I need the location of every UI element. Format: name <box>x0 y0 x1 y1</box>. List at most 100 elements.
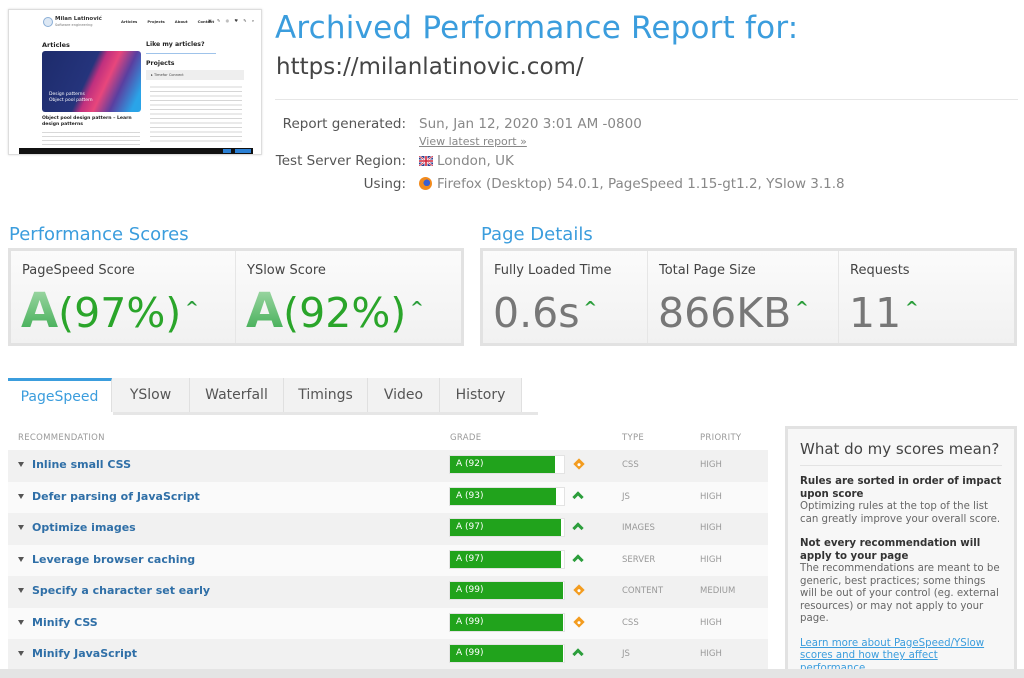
tab-yslow[interactable]: YSlow <box>112 378 190 412</box>
thumb-like-link <box>146 51 216 54</box>
recommendation-priority: HIGH <box>700 554 722 565</box>
page-title: Archived Performance Report for: <box>275 10 799 46</box>
tab-timings[interactable]: Timings <box>284 378 368 412</box>
table-row[interactable]: Leverage browser caching A (97) SERVER HIGH <box>8 544 768 576</box>
expand-caret-icon[interactable] <box>18 525 24 530</box>
grade-bar-fill: A (99) <box>450 645 563 662</box>
expand-caret-icon[interactable] <box>18 619 24 625</box>
col-grade: GRADE <box>450 433 482 443</box>
performance-scores-heading: Performance Scores <box>9 224 189 245</box>
col-recommendation: RECOMMENDATION <box>18 433 105 443</box>
diamond-icon <box>573 458 585 471</box>
tab-pagespeed[interactable]: PageSpeed <box>8 378 112 412</box>
pagespeed-grade: A <box>21 283 59 339</box>
trend-up-icon: ^ <box>185 298 199 317</box>
thumb-hero-text: Design patterns Object pool pattern <box>49 92 93 103</box>
page-details-panel: Fully Loaded Time 0.6s ^ Total Page Size … <box>480 248 1017 346</box>
tab-video[interactable]: Video <box>368 378 440 412</box>
grade-bar-fill: A (99) <box>450 613 563 631</box>
requests-label: Requests <box>850 263 910 278</box>
grade-bar-fill: A (97) <box>450 519 561 536</box>
region-label: Test Server Region: <box>275 153 406 169</box>
table-row[interactable]: Specify a character set early A (99) CONTE… <box>8 576 768 608</box>
recommendation-priority: HIGH <box>700 649 722 659</box>
table-row[interactable]: Minify CSS A (99) CSS HIGH <box>8 607 768 639</box>
grade-bar-fill: A (92) <box>450 456 555 473</box>
thumb-articles-heading: Articles <box>42 41 70 49</box>
table-row[interactable]: Defer parsing of JavaScript A (93) JS HIGH <box>8 481 768 513</box>
report-generated-label: Report generated: <box>282 116 406 132</box>
chevron-up-icon <box>572 490 585 503</box>
grade-bar: A (99) <box>449 581 565 600</box>
recommendation-type: CONTENT <box>622 586 664 596</box>
table-row[interactable]: Minify JavaScript A (99) JS HIGH <box>8 639 768 671</box>
diamond-icon <box>573 615 585 629</box>
thumb-nav: Articles Projects About Contact <box>121 19 215 24</box>
recommendation-name[interactable]: Defer parsing of JavaScript <box>32 490 200 503</box>
scores-info-box: What do my scores mean? Rules are sorted… <box>785 426 1017 678</box>
recommendation-name[interactable]: Inline small CSS <box>32 458 131 471</box>
table-row[interactable]: Inline small CSS A (92) CSS HIGH <box>8 450 768 482</box>
diamond-icon <box>573 584 585 597</box>
page-details-heading: Page Details <box>481 224 593 245</box>
region-value-wrap: London, UK <box>419 153 514 169</box>
requests-value-wrap: 11 ^ <box>849 283 919 338</box>
expand-caret-icon[interactable] <box>18 462 24 467</box>
fully-loaded-time-value-wrap: 0.6s ^ <box>493 283 597 338</box>
recommendation-name[interactable]: Minify JavaScript <box>32 647 137 660</box>
report-url: https://milanlatinovic.com/ <box>276 54 584 80</box>
expand-caret-icon[interactable] <box>18 493 24 499</box>
expand-caret-icon[interactable] <box>18 651 24 656</box>
pagespeed-score-card: PageSpeed Score A(97%) ^ <box>11 251 236 343</box>
horizontal-scrollbar[interactable] <box>0 669 1024 678</box>
thumb-social-icons: ▣ ✎ ◎ ♥ ✎ ⌕ <box>208 18 257 23</box>
recommendation-name[interactable]: Specify a character set early <box>32 584 210 597</box>
fully-loaded-time-card: Fully Loaded Time 0.6s ^ <box>483 251 648 343</box>
requests-value: 11 <box>849 289 902 337</box>
recommendation-priority: HIGH <box>700 491 722 502</box>
thumb-cookie-bar <box>19 148 253 154</box>
using-value-wrap: Firefox (Desktop) 54.0.1, PageSpeed 1.15… <box>419 176 845 192</box>
recommendation-priority: MEDIUM <box>700 586 736 596</box>
expand-caret-icon[interactable] <box>18 588 24 593</box>
info-section-heading: Not every recommendation will apply to y… <box>800 538 981 562</box>
col-priority: PRIORITY <box>700 433 742 443</box>
trend-up-icon: ^ <box>410 298 424 317</box>
chevron-up-icon <box>572 522 585 534</box>
recommendation-name[interactable]: Minify CSS <box>32 616 98 629</box>
thumb-like-heading: Like my articles? <box>146 41 205 48</box>
expand-caret-icon[interactable] <box>18 556 24 562</box>
using-value: Firefox (Desktop) 54.0.1, PageSpeed 1.15… <box>437 176 845 192</box>
recommendation-name[interactable]: Leverage browser caching <box>32 553 195 566</box>
report-tabs: PageSpeed YSlow Waterfall Timings Video … <box>8 378 1024 415</box>
info-section-heading: Rules are sorted in order of impact upon… <box>800 476 1002 500</box>
thumb-project-item: ▸ Timefor Connect <box>146 70 244 80</box>
site-logo-icon <box>43 17 53 27</box>
total-page-size-card: Total Page Size 866KB ^ <box>648 251 839 343</box>
recommendation-type: IMAGES <box>622 523 655 533</box>
recommendation-name[interactable]: Optimize images <box>32 521 136 534</box>
thumb-projects-heading: Projects <box>146 60 175 67</box>
recommendation-type: JS <box>622 649 630 659</box>
chevron-up-icon <box>572 553 585 566</box>
grade-bar-fill: A (93) <box>450 487 556 505</box>
info-section-text: The recommendations are meant to be gene… <box>800 563 1000 624</box>
table-row[interactable]: Optimize images A (97) IMAGES HIGH <box>8 513 768 545</box>
tab-history[interactable]: History <box>440 378 522 412</box>
trend-up-icon: ^ <box>905 298 919 317</box>
total-page-size-value: 866KB <box>658 289 792 337</box>
recommendation-type: SERVER <box>622 554 656 565</box>
firefox-icon <box>419 177 432 190</box>
grade-bar: A (92) <box>449 455 565 474</box>
grade-bar: A (97) <box>449 549 565 569</box>
view-latest-report-link[interactable]: View latest report » <box>419 135 527 148</box>
yslow-grade: A <box>246 283 284 339</box>
pagespeed-percent: (97%) <box>58 289 182 337</box>
fully-loaded-time-label: Fully Loaded Time <box>494 263 612 278</box>
chevron-up-icon <box>572 648 585 660</box>
yslow-score-label: YSlow Score <box>247 263 326 278</box>
pagespeed-score-label: PageSpeed Score <box>22 263 135 278</box>
grade-bar: A (99) <box>449 644 565 663</box>
tab-waterfall[interactable]: Waterfall <box>190 378 284 412</box>
uk-flag-icon <box>419 156 433 166</box>
